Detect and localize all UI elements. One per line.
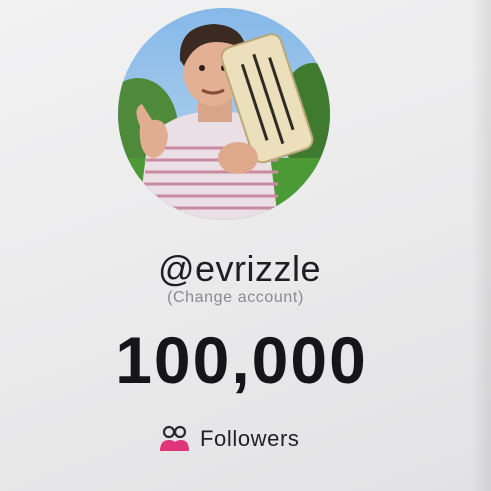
people-icon xyxy=(158,425,190,453)
avatar-photo xyxy=(118,8,330,220)
change-account-link[interactable]: (Change account) xyxy=(0,289,481,307)
follower-count: 100,000 xyxy=(115,323,368,397)
screen-edge xyxy=(471,0,491,491)
followers-label: Followers xyxy=(200,426,300,451)
followers-row[interactable]: Followers xyxy=(158,425,300,453)
profile-handle: @evrizzle xyxy=(157,248,322,289)
profile-screen: @evrizzle (Change account) 100,000 Follo… xyxy=(0,0,491,491)
profile-avatar[interactable] xyxy=(118,8,330,220)
